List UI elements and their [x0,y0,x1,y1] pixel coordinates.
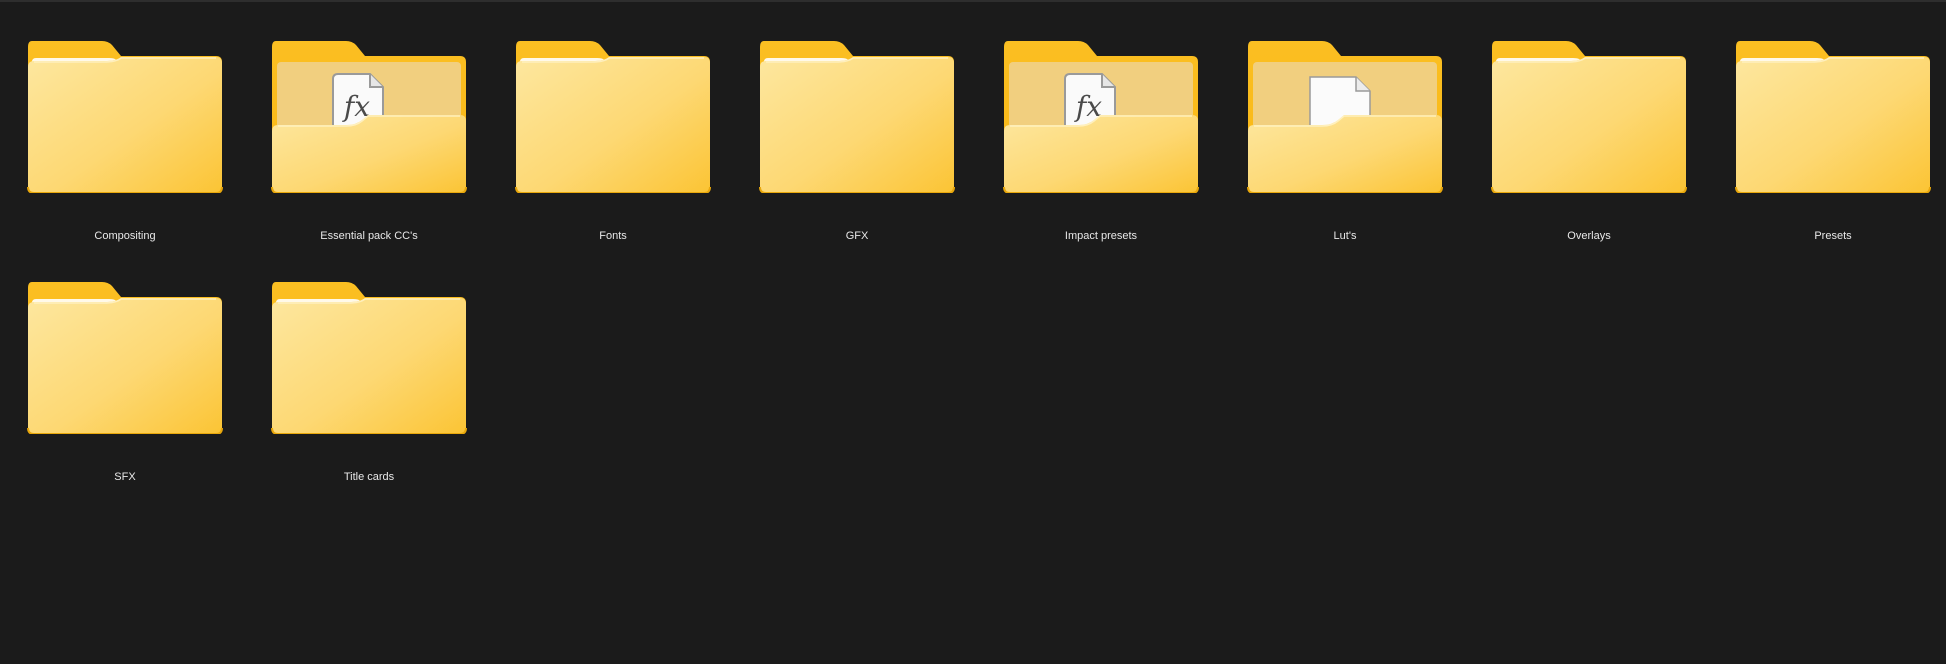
folder-item[interactable]: Presets [1734,37,1932,255]
folder-icon [758,37,956,193]
folder-label: Title cards [343,471,395,483]
folder-label: Compositing [94,230,156,242]
top-divider [0,0,1946,2]
folder-label: Presets [1814,230,1852,242]
folder-icon: fx [270,37,468,193]
folder-item[interactable]: fx Essential pack CC's [270,37,468,255]
folder-label: Lut's [1333,230,1357,242]
folder-icon [26,278,224,434]
folder-label: Overlays [1567,230,1611,242]
folder-icon [270,278,468,434]
folder-item[interactable]: SFX [26,278,224,496]
folder-item[interactable]: Title cards [270,278,468,496]
folder-label: SFX [114,471,136,483]
folder-icon [514,37,712,193]
folder-icon [26,37,224,193]
folder-label: Impact presets [1064,230,1138,242]
folder-label: Essential pack CC's [320,230,418,242]
file-explorer-window: Compositing fx Essential pack CC's Fonts… [0,0,1946,664]
folder-item[interactable]: Compositing [26,37,224,255]
folder-label: GFX [845,230,869,242]
folder-grid: Compositing fx Essential pack CC's Fonts… [26,37,1938,496]
folder-item[interactable]: Lut's [1246,37,1444,255]
folder-icon: fx [1002,37,1200,193]
folder-label: Fonts [599,230,627,242]
folder-item[interactable]: Overlays [1490,37,1688,255]
folder-item[interactable]: GFX [758,37,956,255]
folder-icon [1246,37,1444,193]
folder-item[interactable]: fx Impact presets [1002,37,1200,255]
folder-icon [1734,37,1932,193]
folder-item[interactable]: Fonts [514,37,712,255]
folder-icon [1490,37,1688,193]
